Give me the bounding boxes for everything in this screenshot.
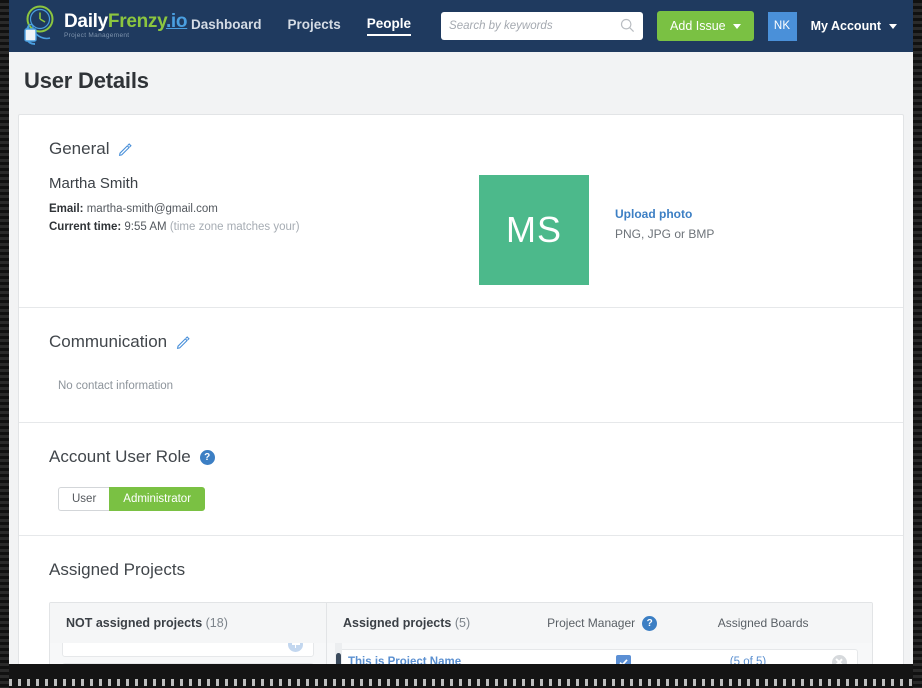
photo-upload-meta: Upload photo PNG, JPG or BMP	[615, 207, 714, 241]
assigned-count: (5)	[454, 616, 471, 630]
header-actions: Add Issue NK My Account	[441, 11, 897, 41]
time-zone-note: (time zone matches your)	[169, 220, 300, 233]
my-account-label: My Account	[810, 19, 881, 33]
app-screen: DailyFrenzy.io Project Management Dashbo…	[0, 0, 922, 688]
assigned-projects-heading: Assigned Projects	[49, 560, 186, 579]
page-title: User Details	[24, 68, 149, 93]
chevron-down-icon	[889, 23, 897, 29]
bottom-cutoff-band	[0, 664, 922, 688]
account-user-role-section: Account User Role ? User Administrator	[19, 423, 903, 536]
nav-item-people[interactable]: People	[366, 16, 412, 36]
account-user-role-heading: Account User Role	[49, 447, 191, 466]
role-option-user[interactable]: User	[58, 487, 110, 511]
column-headers-right: Assigned projects (5) Project Manager ? …	[327, 615, 872, 631]
profile-photo-block: MS Upload photo PNG, JPG or BMP	[479, 175, 714, 285]
communication-heading-row: Communication	[49, 332, 873, 352]
general-body: Martha Smith Email: martha-smith@gmail.c…	[49, 175, 873, 285]
nav-item-dashboard[interactable]: Dashboard	[191, 17, 262, 35]
role-option-administrator[interactable]: Administrator	[109, 487, 206, 511]
search-box[interactable]	[441, 12, 644, 40]
list-item[interactable]	[62, 643, 314, 657]
logo-tagline: Project Management	[64, 32, 130, 40]
chevron-down-icon	[732, 23, 741, 29]
edit-general-pencil-icon[interactable]	[118, 142, 133, 156]
photo-format-hint: PNG, JPG or BMP	[615, 227, 715, 241]
logo-part-frenzy: Frenzy	[107, 11, 166, 33]
general-section: General Martha Smith Email: martha-smith…	[19, 115, 903, 308]
not-assigned-count: (18)	[205, 616, 228, 630]
right-ruler-edge	[913, 0, 922, 688]
table-header-row: NOT assigned projects (18) Assigned proj…	[50, 603, 872, 643]
edit-communication-pencil-icon[interactable]	[176, 335, 190, 349]
user-details-card: General Martha Smith Email: martha-smith…	[18, 114, 904, 688]
column-header-assigned-boards: Assigned Boards	[717, 616, 809, 630]
role-heading-row: Account User Role ?	[49, 447, 873, 467]
user-time-row: Current time: 9:55 AM (time zone matches…	[49, 219, 449, 237]
email-value: martha-smith@gmail.com	[86, 203, 218, 215]
assigned-label: Assigned projects	[343, 616, 452, 630]
not-assigned-label: NOT assigned projects	[66, 616, 203, 630]
logo-wordmark: DailyFrenzy.io Project Management	[64, 11, 188, 40]
add-project-icon[interactable]	[288, 643, 303, 652]
current-time-value: 9:55 AM	[124, 220, 167, 233]
user-avatar-initials[interactable]: NK	[767, 11, 797, 41]
clock-mascot-icon	[19, 4, 63, 48]
help-question-icon[interactable]: ?	[642, 615, 658, 631]
my-account-menu[interactable]: My Account	[811, 19, 897, 33]
logo-part-io: .io	[165, 11, 188, 33]
user-full-name: Martha Smith	[49, 175, 139, 192]
add-issue-label: Add Issue	[670, 19, 726, 33]
top-navigation-bar: DailyFrenzy.io Project Management Dashbo…	[9, 0, 913, 52]
upload-photo-link[interactable]: Upload photo	[615, 207, 714, 221]
current-time-label: Current time:	[49, 220, 122, 233]
profile-avatar: MS	[479, 175, 589, 285]
role-toggle-group: User Administrator	[58, 487, 873, 511]
help-question-icon[interactable]: ?	[199, 449, 215, 465]
column-header-project-manager: Project Manager ?	[528, 615, 676, 631]
main-navigation: Dashboard Projects People	[191, 16, 412, 36]
general-heading: General	[49, 139, 110, 158]
left-ruler-edge	[0, 0, 9, 688]
project-manager-label: Project Manager	[547, 616, 636, 630]
communication-heading: Communication	[49, 332, 168, 351]
general-info: Martha Smith Email: martha-smith@gmail.c…	[49, 175, 449, 285]
nav-item-projects[interactable]: Projects	[288, 17, 341, 35]
column-header-not-assigned: NOT assigned projects (18)	[50, 603, 327, 643]
general-heading-row: General	[49, 139, 873, 159]
email-label: Email:	[49, 203, 84, 215]
no-contact-information-text: No contact information	[58, 380, 174, 392]
search-icon	[620, 18, 635, 38]
search-input[interactable]	[449, 20, 620, 32]
add-issue-button[interactable]: Add Issue	[657, 11, 754, 41]
app-logo[interactable]: DailyFrenzy.io Project Management	[19, 3, 188, 49]
logo-part-daily: Daily	[64, 11, 108, 33]
user-email-row: Email: martha-smith@gmail.com	[49, 201, 449, 219]
communication-section: Communication No contact information	[19, 308, 903, 423]
